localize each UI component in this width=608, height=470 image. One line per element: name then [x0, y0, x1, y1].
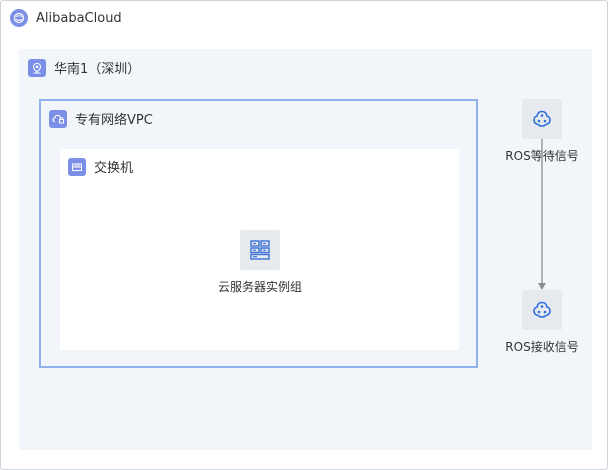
- arrowhead: [538, 283, 546, 290]
- signal-edge-arrow: [538, 139, 546, 290]
